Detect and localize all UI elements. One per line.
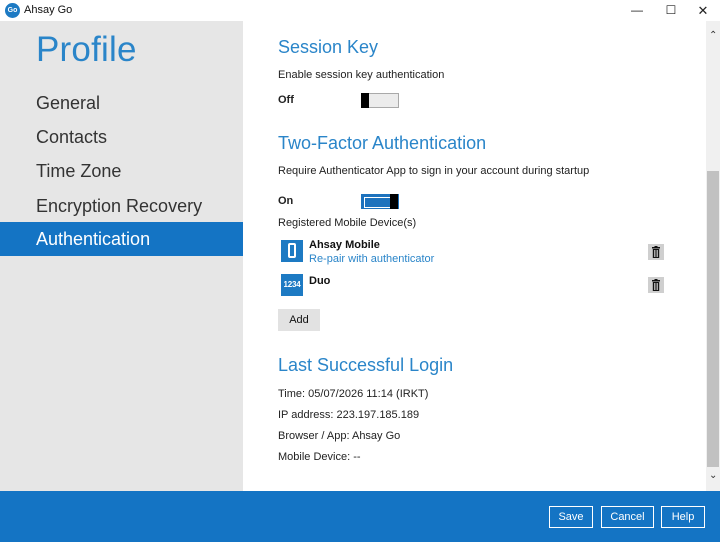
- session-key-title: Session Key: [278, 37, 379, 57]
- maximize-button[interactable]: ☐: [654, 0, 688, 21]
- last-login-title: Last Successful Login: [278, 355, 454, 375]
- trash-icon: [652, 246, 660, 258]
- title-bar: Go Ahsay Go — ☐ ✕: [0, 0, 720, 21]
- window-title: Ahsay Go: [24, 4, 73, 16]
- toggle-knob: [361, 93, 369, 108]
- passcode-digits: 1234: [283, 280, 301, 289]
- sidebar-item-time-zone[interactable]: Time Zone: [0, 154, 243, 188]
- sidebar-title: Profile: [36, 30, 137, 69]
- two-factor-toggle[interactable]: [361, 194, 399, 209]
- cancel-button[interactable]: Cancel: [601, 506, 654, 528]
- scroll-thumb[interactable]: [707, 171, 719, 467]
- phone-icon: [281, 240, 303, 262]
- last-login-time: Time: 05/07/2026 11:14 (IRKT): [278, 388, 429, 400]
- devices-label: Registered Mobile Device(s): [278, 217, 417, 229]
- device-name: Ahsay Mobile: [309, 239, 380, 251]
- minimize-button[interactable]: —: [620, 0, 654, 21]
- save-button[interactable]: Save: [549, 506, 593, 528]
- scroll-up-arrow-icon[interactable]: ⌃: [709, 30, 717, 41]
- sidebar-item-general[interactable]: General: [0, 86, 243, 120]
- two-factor-title: Two-Factor Authentication: [278, 133, 487, 153]
- footer-bar: Save Cancel Help: [0, 491, 720, 542]
- repair-link[interactable]: Re-pair with authenticator: [309, 253, 434, 265]
- delete-device-button[interactable]: [648, 244, 664, 260]
- passcode-icon: 1234: [281, 274, 303, 296]
- session-key-state: Off: [278, 94, 294, 106]
- vertical-scrollbar[interactable]: ⌃ ⌄: [706, 21, 720, 491]
- app-logo-icon: Go: [5, 3, 20, 18]
- last-login-browser: Browser / App: Ahsay Go: [278, 430, 401, 442]
- help-button[interactable]: Help: [661, 506, 705, 528]
- trash-icon: [652, 279, 660, 291]
- close-button[interactable]: ✕: [686, 0, 720, 21]
- sidebar-item-authentication[interactable]: Authentication: [0, 222, 243, 256]
- add-device-button[interactable]: Add: [278, 309, 320, 331]
- sidebar-item-contacts[interactable]: Contacts: [0, 120, 243, 154]
- toggle-knob: [390, 194, 398, 209]
- two-factor-description: Require Authenticator App to sign in you…: [278, 165, 590, 177]
- last-login-mobile: Mobile Device: --: [278, 451, 361, 463]
- device-name: Duo: [309, 275, 331, 287]
- sidebar: Profile General Contacts Time Zone Encry…: [0, 21, 243, 491]
- delete-device-button[interactable]: [648, 277, 664, 293]
- scroll-down-arrow-icon[interactable]: ⌄: [709, 470, 717, 481]
- last-login-ip: IP address: 223.197.185.189: [278, 409, 420, 421]
- two-factor-state: On: [278, 195, 294, 207]
- session-key-description: Enable session key authentication: [278, 69, 445, 81]
- main-content: Session Key Enable session key authentic…: [243, 21, 706, 491]
- sidebar-item-encryption-recovery[interactable]: Encryption Recovery: [0, 189, 243, 223]
- session-key-toggle[interactable]: [361, 93, 399, 108]
